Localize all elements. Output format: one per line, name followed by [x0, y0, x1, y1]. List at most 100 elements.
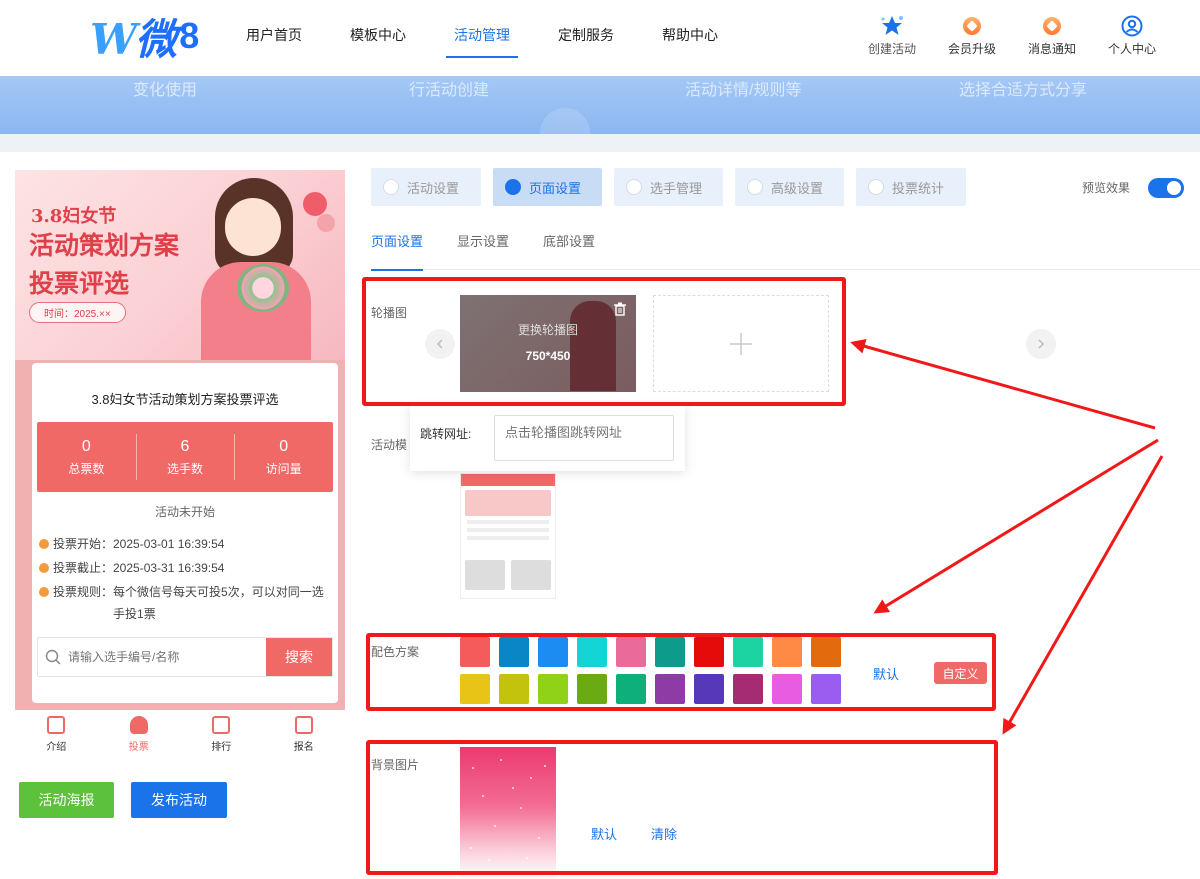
stat-total-votes: 0 总票数 [68, 437, 105, 476]
activity-template-label: 活动模 [371, 438, 408, 452]
subtab-display-settings[interactable]: 显示设置 [457, 226, 509, 270]
activity-poster-button[interactable]: 活动海报 [19, 782, 114, 818]
color-swatches [460, 637, 841, 704]
clock-icon [39, 539, 49, 549]
color-swatch[interactable] [460, 674, 490, 704]
poster-time: 时间：2025.×× [29, 302, 126, 323]
color-swatch[interactable] [694, 674, 724, 704]
editor-subtabs: 页面设置 显示设置 底部设置 [371, 226, 1200, 271]
background-default-link[interactable]: 默认 [591, 824, 617, 843]
change-carousel-text: 更换轮播图 [517, 323, 578, 337]
preview-effect-toggle[interactable] [1148, 178, 1184, 198]
tab-activity-settings[interactable]: 活动设置 [371, 168, 481, 206]
color-swatch[interactable] [694, 637, 724, 667]
heart-balloon-icon [303, 192, 327, 216]
color-custom-button[interactable]: 自定义 [934, 662, 987, 684]
heart-balloon-icon [317, 214, 335, 232]
sparkle-dot [544, 765, 546, 767]
color-swatch[interactable] [460, 637, 490, 667]
color-swatch[interactable] [772, 637, 802, 667]
search-icon [38, 638, 68, 676]
carousel-image[interactable]: 更换轮播图 750*450 [460, 295, 636, 392]
personal-center-label: 个人中心 [1107, 42, 1156, 56]
nav-item-custom-service[interactable]: 定制服务 [534, 0, 638, 76]
add-carousel-button[interactable] [653, 295, 829, 392]
preview-effect-label: 预览效果 [1082, 181, 1131, 195]
color-swatch[interactable] [499, 674, 529, 704]
stats-bar: 0 总票数 6 选手数 0 访问量 [37, 422, 333, 492]
color-swatch[interactable] [655, 674, 685, 704]
color-swatch[interactable] [733, 674, 763, 704]
color-swatch[interactable] [577, 674, 607, 704]
carousel-next-button[interactable] [1026, 329, 1056, 359]
banner-step-4: 选择合适方式分享 [959, 82, 1088, 99]
color-default-link[interactable]: 默认 [873, 664, 899, 683]
medal-icon [1039, 14, 1065, 38]
sparkle-dot [470, 847, 472, 849]
tab-signup[interactable]: 报名 [263, 712, 346, 756]
search-input[interactable] [68, 638, 266, 676]
nav-item-user-home[interactable]: 用户首页 [222, 0, 326, 76]
poster-headline-1: 3.8妇女节 [31, 206, 117, 227]
user-icon [1119, 14, 1145, 38]
notifications-button[interactable]: 消息通知 [1024, 14, 1080, 57]
carousel-size-text: 750*450 [525, 349, 571, 363]
publish-activity-button[interactable]: 发布活动 [131, 782, 227, 818]
nav-item-template-center[interactable]: 模板中心 [326, 0, 430, 76]
vote-end-row: 投票截止：2025-03-31 16:39:54 [39, 557, 331, 579]
color-swatch[interactable] [577, 637, 607, 667]
carousel-link-input[interactable] [494, 415, 674, 461]
sparkle-dot [526, 857, 528, 859]
top-nav: W微 8 用户首页 模板中心 活动管理 定制服务 帮助中心 创建活动 会员升级 … [0, 0, 1200, 76]
nav-item-activity-management[interactable]: 活动管理 [430, 0, 534, 76]
create-activity-button[interactable]: 创建活动 [864, 14, 920, 57]
background-image-thumbnail[interactable] [460, 747, 556, 879]
stat-visits: 0 访问量 [234, 422, 333, 492]
color-swatch[interactable] [772, 674, 802, 704]
sparkle-dot [520, 807, 522, 809]
member-upgrade-label: 会员升级 [947, 42, 996, 56]
logo-w-mark: W微 [90, 14, 177, 64]
color-swatch[interactable] [616, 674, 646, 704]
chart-icon [868, 179, 884, 195]
color-swatch[interactable] [538, 674, 568, 704]
sparkle-dot [500, 759, 502, 761]
tab-contestant-management[interactable]: 选手管理 [614, 168, 723, 206]
color-swatch[interactable] [616, 637, 646, 667]
subtab-page-settings[interactable]: 页面设置 [371, 226, 424, 271]
color-swatch[interactable] [499, 637, 529, 667]
member-upgrade-button[interactable]: 会员升级 [944, 14, 1000, 57]
subtab-footer-settings[interactable]: 底部设置 [543, 226, 595, 270]
plus-icon [730, 332, 752, 355]
user-icon [129, 716, 148, 734]
tab-vote-statistics[interactable]: 投票统计 [856, 168, 966, 206]
trash-icon[interactable] [614, 302, 626, 316]
activity-template-thumbnail[interactable] [460, 473, 556, 599]
activity-title: 3.8妇女节活动策划方案投票评选 [91, 392, 279, 407]
tab-ranking[interactable]: 排行 [180, 712, 263, 756]
phone-preview: 3.8妇女节 活动策划方案 投票评选 时间：2025.×× 3.8妇女节活动策划… [15, 170, 345, 710]
logo[interactable]: W微 8 [90, 14, 199, 64]
tab-advanced-settings[interactable]: 高级设置 [735, 168, 844, 206]
user-icon [626, 179, 642, 195]
tab-intro[interactable]: 介绍 [15, 712, 98, 756]
color-swatch[interactable] [655, 637, 685, 667]
contestant-search: 搜索 [37, 637, 333, 677]
banner-step-3: 活动详情/规则等 [685, 82, 802, 99]
tab-page-settings[interactable]: 页面设置 [493, 168, 602, 206]
carousel-prev-button[interactable] [425, 329, 455, 359]
sparkle-dot [488, 859, 490, 861]
color-swatch[interactable] [733, 637, 763, 667]
color-swatch[interactable] [538, 637, 568, 667]
tab-vote[interactable]: 投票 [98, 712, 181, 756]
chevron-left-icon [436, 339, 443, 349]
background-clear-link[interactable]: 清除 [651, 824, 677, 843]
search-button[interactable]: 搜索 [266, 638, 332, 676]
poster-headline-3: 投票评选 [29, 269, 130, 298]
personal-center-button[interactable]: 个人中心 [1104, 14, 1160, 57]
banner-decoration [540, 108, 590, 134]
color-swatch[interactable] [811, 637, 841, 667]
nav-item-help-center[interactable]: 帮助中心 [638, 0, 742, 76]
color-swatch[interactable] [811, 674, 841, 704]
settings-icon [747, 179, 763, 195]
